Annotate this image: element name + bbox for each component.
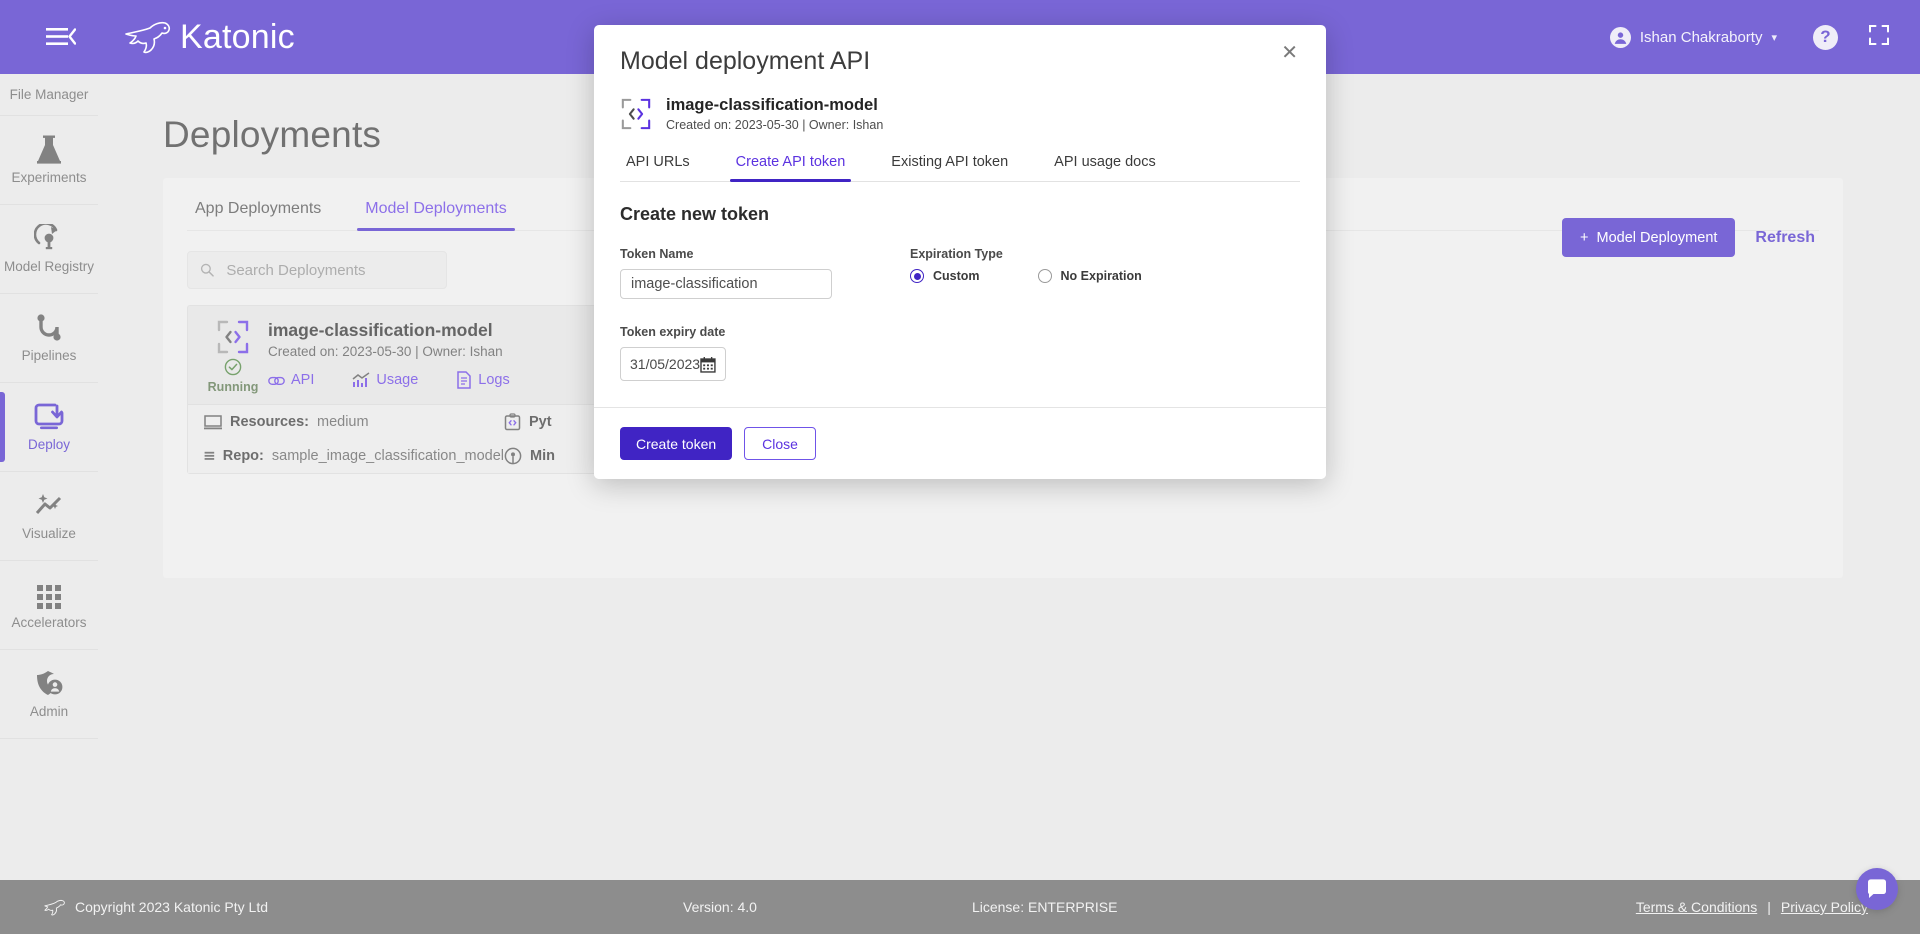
token-name-group: Token Name — [620, 247, 832, 299]
radio-no-expiration-indicator[interactable] — [1037, 269, 1052, 283]
tab-api-urls[interactable]: API URLs — [620, 154, 696, 181]
radio-no-expiration[interactable]: No Expiration — [1037, 269, 1142, 283]
token-expiry-label: Token expiry date — [620, 325, 726, 339]
token-name-input[interactable] — [620, 269, 832, 299]
radio-custom-label: Custom — [933, 269, 980, 283]
close-modal-button[interactable]: Close — [744, 427, 816, 460]
modal-model-name: image-classification-model — [666, 96, 878, 114]
expiration-type-label: Expiration Type — [910, 247, 1003, 261]
modal-tabs: API URLs Create API token Existing API t… — [620, 154, 1300, 182]
radio-custom[interactable]: Custom — [910, 269, 980, 283]
close-icon[interactable]: ✕ — [1275, 39, 1304, 67]
model-deployment-api-modal: Model deployment API ✕ image-classificat… — [594, 25, 1326, 479]
modal-title: Model deployment API — [620, 47, 871, 75]
token-expiry-date-input[interactable]: 31/05/2023 — [620, 347, 726, 381]
modal-model-text: image-classification-model Created on: 2… — [666, 96, 883, 132]
tab-api-usage-docs[interactable]: API usage docs — [1048, 154, 1162, 181]
expiration-type-group: Expiration Type Custom No Expiration — [910, 247, 1142, 299]
token-name-label: Token Name — [620, 247, 694, 261]
expiration-radio-group: Custom No Expiration — [910, 269, 1142, 283]
create-token-button[interactable]: Create token — [620, 427, 733, 460]
modal-body: Create new token Token Name Expiration T… — [594, 182, 1326, 407]
modal-header: Model deployment API ✕ — [594, 25, 1326, 76]
section-title: Create new token — [620, 204, 770, 224]
token-expiry-group: Token expiry date 31/05/2023 — [620, 325, 1300, 381]
radio-custom-indicator[interactable] — [910, 269, 924, 283]
calendar-icon[interactable] — [700, 356, 716, 373]
code-brackets-icon — [621, 98, 651, 130]
tab-create-api-token[interactable]: Create API token — [729, 154, 852, 182]
modal-model-meta: Created on: 2023-05-30 | Owner: Ishan — [666, 118, 884, 132]
modal-footer: Create token Close — [594, 407, 1326, 479]
token-form: Token Name Expiration Type Custom No Exp… — [620, 247, 1300, 299]
tab-existing-api-token[interactable]: Existing API token — [885, 154, 1014, 181]
modal-model-summary: image-classification-model Created on: 2… — [594, 76, 1326, 132]
radio-no-expiration-label: No Expiration — [1060, 269, 1142, 283]
token-expiry-value: 31/05/2023 — [630, 356, 701, 372]
